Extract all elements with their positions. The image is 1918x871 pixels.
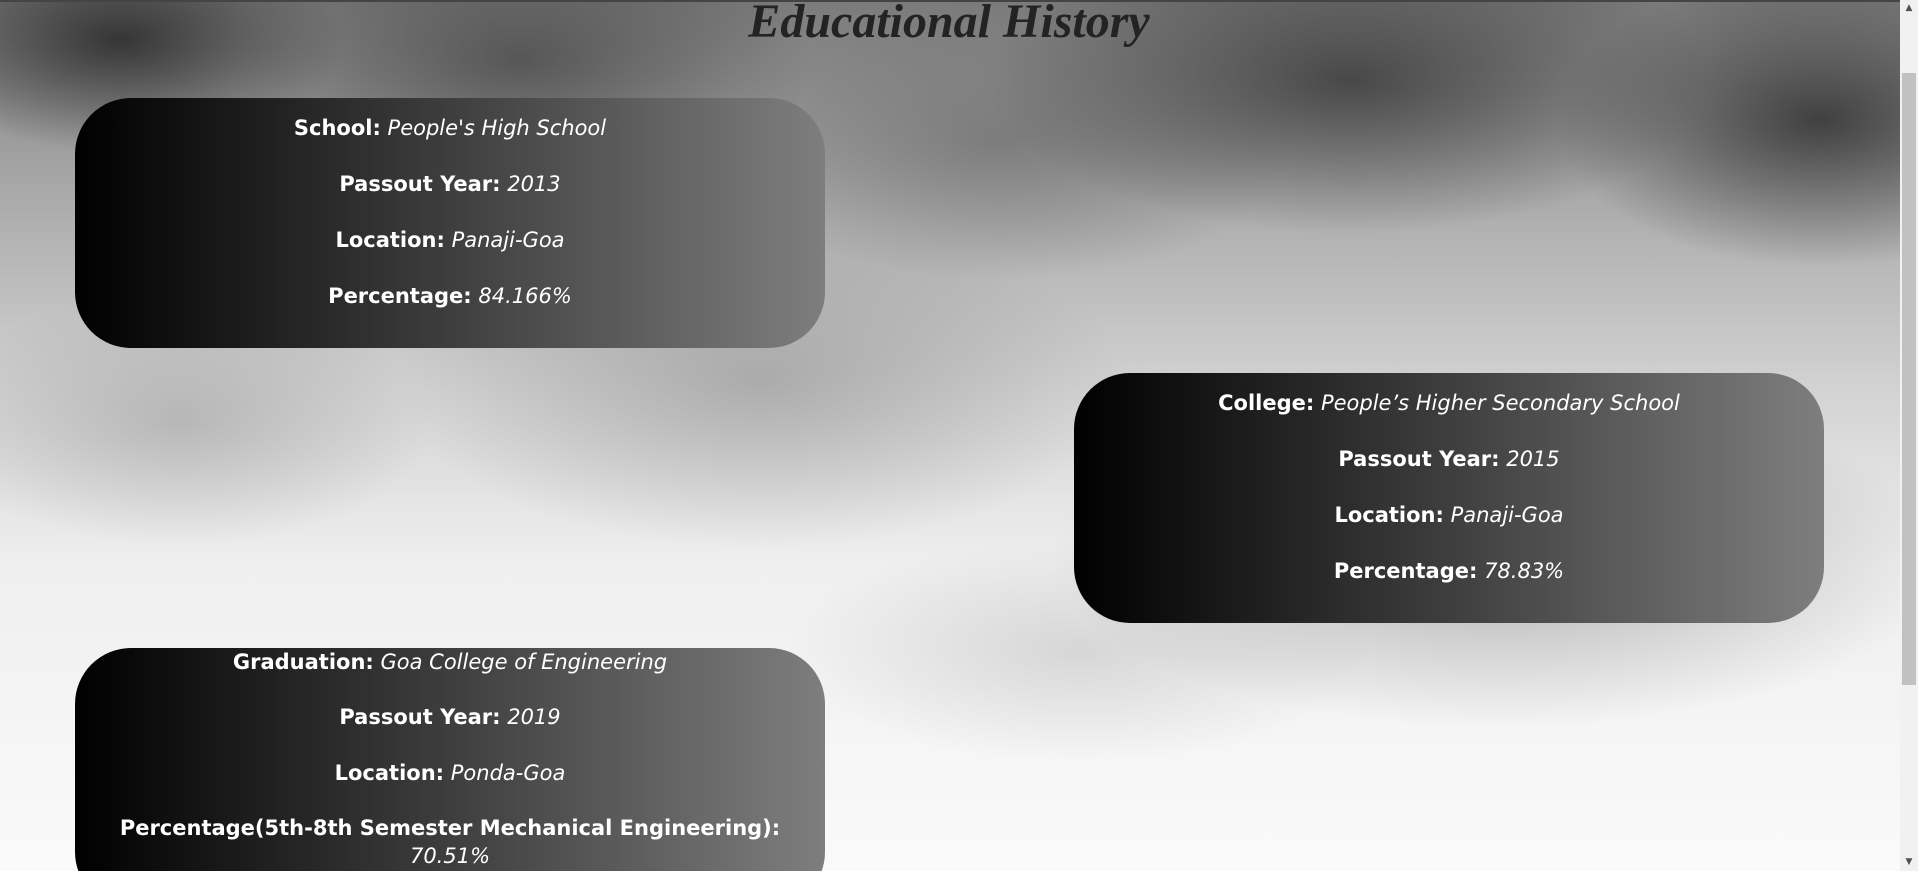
college-label: College: bbox=[1218, 391, 1315, 415]
scroll-up-arrow-icon[interactable]: ▲ bbox=[1900, 0, 1918, 17]
college-percentage-row: Percentage: 78.83% bbox=[1104, 557, 1794, 585]
school-percentage-row: Percentage: 84.166% bbox=[105, 282, 795, 310]
college-card: College: People’s Higher Secondary Schoo… bbox=[1074, 373, 1824, 623]
location-value: Panaji-Goa bbox=[451, 228, 565, 252]
passout-year-label: Passout Year: bbox=[339, 705, 501, 729]
percentage-label: Percentage: bbox=[1333, 559, 1478, 583]
college-name-row: College: People’s Higher Secondary Schoo… bbox=[1104, 389, 1794, 417]
percentage-label: Percentage(5th-8th Semester Mechanical E… bbox=[119, 816, 781, 840]
percentage-value: 70.51% bbox=[409, 844, 491, 868]
college-location-row: Location: Panaji-Goa bbox=[1104, 501, 1794, 529]
graduation-label: Graduation: bbox=[232, 650, 374, 674]
page-title: Educational History bbox=[748, 0, 1150, 48]
graduation-location-row: Location: Ponda-Goa bbox=[105, 759, 795, 787]
location-label: Location: bbox=[334, 761, 445, 785]
percentage-label: Percentage: bbox=[328, 284, 472, 308]
passout-year-value: 2019 bbox=[507, 705, 561, 729]
passout-year-label: Passout Year: bbox=[339, 172, 501, 196]
school-passout-row: Passout Year: 2013 bbox=[105, 170, 795, 198]
vertical-scrollbar[interactable]: ▲ ▼ bbox=[1900, 0, 1918, 871]
school-label: School: bbox=[293, 116, 381, 140]
passout-year-label: Passout Year: bbox=[1338, 447, 1500, 471]
graduation-value: Goa College of Engineering bbox=[380, 650, 668, 674]
passout-year-value: 2013 bbox=[507, 172, 561, 196]
college-value: People’s Higher Secondary School bbox=[1320, 391, 1680, 415]
graduation-card: Graduation: Goa College of Engineering P… bbox=[75, 648, 825, 871]
graduation-percentage-row: Percentage(5th-8th Semester Mechanical E… bbox=[105, 814, 795, 870]
scroll-down-arrow-icon[interactable]: ▼ bbox=[1900, 854, 1918, 871]
location-value: Ponda-Goa bbox=[450, 761, 566, 785]
location-value: Panaji-Goa bbox=[1450, 503, 1564, 527]
percentage-value: 78.83% bbox=[1484, 559, 1565, 583]
school-value: People's High School bbox=[387, 116, 607, 140]
school-card: School: People's High School Passout Yea… bbox=[75, 98, 825, 348]
scrollbar-thumb[interactable] bbox=[1902, 73, 1916, 685]
college-passout-row: Passout Year: 2015 bbox=[1104, 445, 1794, 473]
location-label: Location: bbox=[1334, 503, 1444, 527]
graduation-passout-row: Passout Year: 2019 bbox=[105, 703, 795, 731]
percentage-value: 84.166% bbox=[478, 284, 572, 308]
passout-year-value: 2015 bbox=[1506, 447, 1560, 471]
school-name-row: School: People's High School bbox=[105, 114, 795, 142]
location-label: Location: bbox=[335, 228, 445, 252]
school-location-row: Location: Panaji-Goa bbox=[105, 226, 795, 254]
graduation-name-row: Graduation: Goa College of Engineering bbox=[105, 648, 795, 676]
